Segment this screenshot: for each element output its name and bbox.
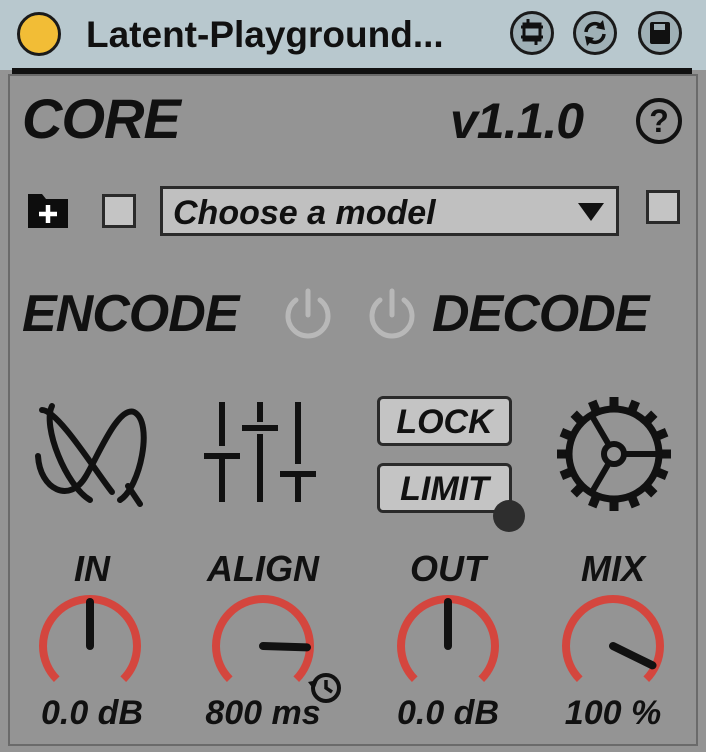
in-dial[interactable] (30, 586, 150, 706)
version-label: v1.1.0 (450, 93, 584, 149)
dial-arc (212, 595, 314, 683)
model-enable-checkbox[interactable] (102, 194, 136, 228)
model-dropdown[interactable]: Choose a model (160, 186, 619, 236)
gear-icon[interactable] (552, 392, 676, 516)
dial-label-align: ALIGN (207, 548, 319, 589)
dropdown-arrow-icon (578, 203, 604, 221)
device-title: Latent-Playground... (86, 14, 444, 55)
help-button[interactable]: ? (636, 98, 682, 144)
freeze-button[interactable] (510, 11, 554, 55)
folder-plus-icon[interactable] (26, 190, 72, 230)
dial-value-in: 0.0 dB (40, 694, 144, 732)
mix-dial[interactable] (553, 586, 673, 706)
decode-label: DECODE (432, 285, 649, 343)
dial-value-align: 800 ms (205, 694, 321, 732)
latent-space-icon[interactable] (35, 396, 147, 508)
model-dropdown-label: Choose a model (173, 194, 436, 232)
limit-indicator (493, 500, 525, 532)
refresh-icon (584, 20, 606, 46)
decode-power-icon[interactable] (364, 288, 420, 344)
dial-value-mix: 100 % (564, 694, 662, 732)
dial-needle (259, 642, 311, 652)
dial-arc (562, 595, 664, 683)
encode-label: ENCODE (22, 285, 239, 343)
section-title: CORE (22, 87, 181, 150)
dial-label-mix: MIX (580, 548, 645, 589)
dial-needle (609, 642, 657, 670)
align-dial[interactable] (203, 586, 323, 706)
lock-button[interactable]: LOCK (377, 396, 512, 446)
sliders-icon[interactable] (202, 398, 322, 508)
model-option-checkbox[interactable] (646, 190, 680, 224)
dial-label-in: IN (74, 548, 110, 589)
dial-value-out: 0.0 dB (396, 694, 500, 732)
refresh-button[interactable] (573, 11, 617, 55)
freeze-icon (521, 19, 543, 45)
out-dial[interactable] (388, 586, 508, 706)
dial-label-out: OUT (410, 548, 486, 589)
save-button[interactable] (638, 11, 682, 55)
encode-power-icon[interactable] (280, 288, 336, 344)
save-icon (650, 22, 670, 44)
limit-button[interactable]: LIMIT (377, 463, 512, 513)
